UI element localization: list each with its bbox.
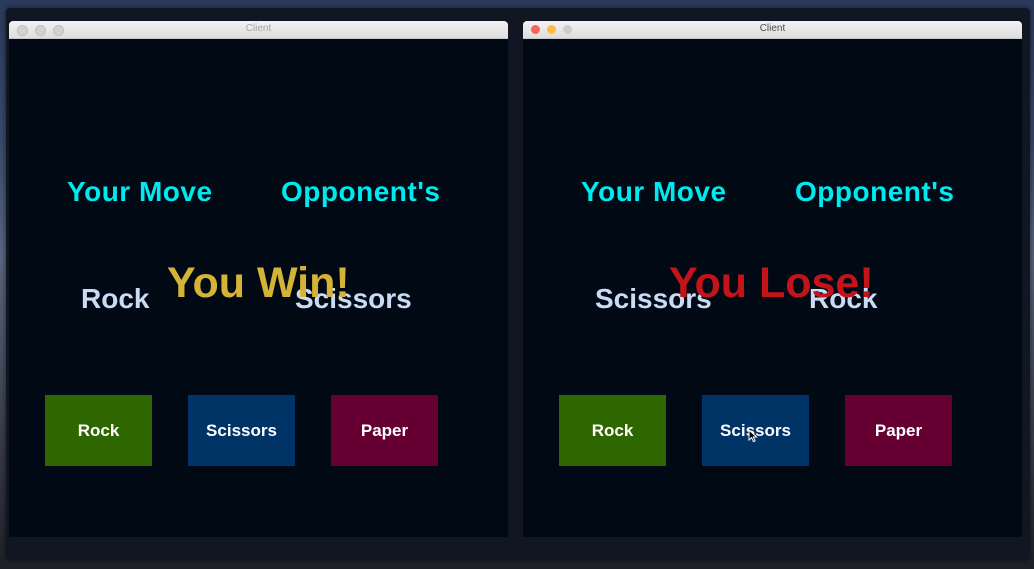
left-client-window: Client Your Move Opponent's Rock Scissor… <box>9 21 508 537</box>
rock-button[interactable]: Rock <box>559 395 666 466</box>
window-title: Client <box>245 23 272 34</box>
rock-button[interactable]: Rock <box>45 395 152 466</box>
your-move-value: Rock <box>81 283 150 314</box>
scissors-button[interactable]: Scissors <box>188 395 295 466</box>
left-window-titlebar[interactable]: Client <box>9 21 508 39</box>
result-message: You Lose! <box>669 259 874 307</box>
opponent-heading: Opponent's <box>281 176 441 207</box>
result-message: You Win! <box>167 259 350 307</box>
paper-button[interactable]: Paper <box>845 395 952 466</box>
paper-button[interactable]: Paper <box>331 395 438 466</box>
opponent-heading: Opponent's <box>795 176 955 207</box>
your-move-heading: Your Move <box>67 176 213 207</box>
desktop-screen: Client Your Move Opponent's Rock Scissor… <box>6 8 1030 560</box>
window-title: Client <box>759 23 786 34</box>
mouse-pointer-icon <box>748 429 758 443</box>
right-window-titlebar[interactable]: Client <box>523 21 1022 39</box>
your-move-heading: Your Move <box>581 176 727 207</box>
right-client-window: Client Your Move Opponent's Scissors Roc… <box>523 21 1022 537</box>
